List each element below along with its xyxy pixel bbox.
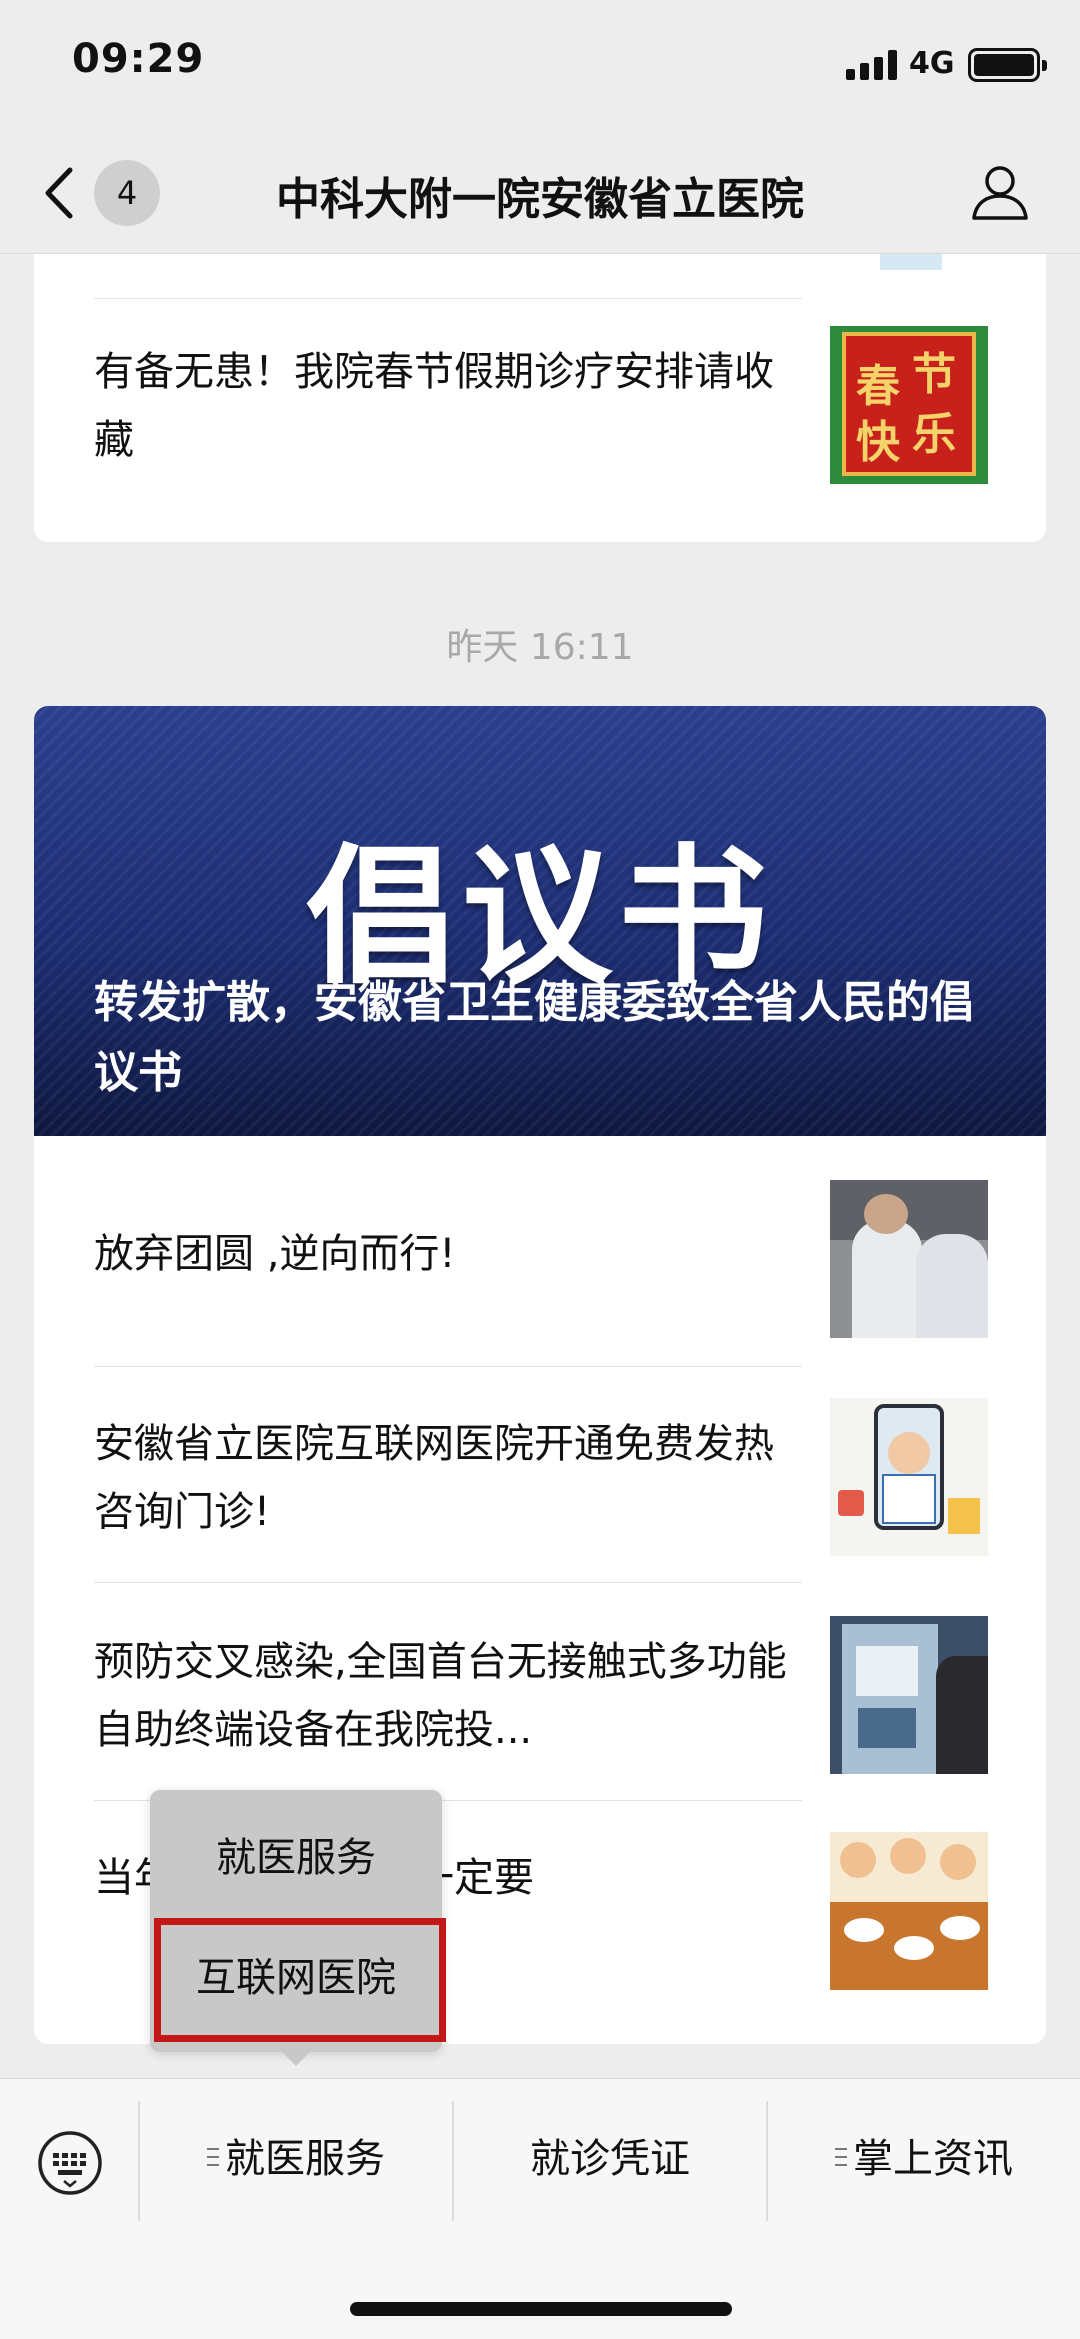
- highlight-box: [154, 1918, 446, 2042]
- article-title[interactable]: 安徽省立医院互联网医院开通免费发热咨询门诊!: [94, 1410, 794, 1546]
- article-card: 有备无患！我院春节假期诊疗安排请收藏 春 节 快 乐: [34, 254, 1046, 542]
- thumb-char-4: 乐: [912, 409, 956, 460]
- menu-item-label: 就医服务: [225, 2136, 385, 2182]
- self-service-terminal-thumbnail[interactable]: [830, 1616, 988, 1774]
- article-title[interactable]: 预防交叉感染,全国首台无接触式多功能自助终端设备在我院投...: [94, 1628, 794, 1764]
- thumb-char-1: 春: [856, 361, 900, 412]
- battery-icon: [968, 48, 1047, 82]
- bottom-menu-bar: 就医服务 就诊凭证 掌上资讯: [0, 2078, 1080, 2339]
- thumb-char-2: 节: [912, 349, 956, 400]
- banner-caption: 转发扩散，安徽省卫生健康委致全省人民的倡议书: [94, 977, 974, 1098]
- medical-staff-thumbnail[interactable]: [830, 1180, 988, 1338]
- divider: [94, 1582, 802, 1583]
- menu-lines-icon: [835, 2148, 847, 2166]
- unread-count-badge[interactable]: 4: [94, 160, 160, 226]
- article-title[interactable]: 有备无患！我院春节假期诊疗安排请收藏: [94, 338, 794, 474]
- doctor-phone-thumbnail[interactable]: [830, 1398, 988, 1556]
- banner-article[interactable]: 倡议书 转发扩散，安徽省卫生健康委致全省人民的倡议书: [34, 706, 1046, 1136]
- divider: [94, 298, 802, 299]
- thumb-char-3: 快: [856, 417, 900, 468]
- back-button[interactable]: [36, 158, 86, 228]
- spring-festival-thumbnail[interactable]: 春 节 快 乐: [830, 326, 988, 484]
- divider: [94, 1366, 802, 1367]
- menu-item-visit-voucher[interactable]: 就诊凭证: [454, 2119, 766, 2199]
- menu-item-label: 掌上资讯: [853, 2136, 1013, 2182]
- person-icon: [972, 166, 1028, 220]
- nav-bar: 4 中科大附一院安徽省立医院: [0, 130, 1080, 254]
- article-title[interactable]: 放弃团圆 ,逆向而行!: [94, 1220, 794, 1288]
- network-type: 4G: [909, 46, 955, 81]
- cellular-signal-icon: [846, 50, 898, 80]
- status-bar: 09:29 4G: [0, 0, 1080, 130]
- keyboard-icon: [38, 2131, 102, 2195]
- menu-item-mobile-news[interactable]: 掌上资讯: [768, 2119, 1080, 2199]
- submenu-popup: 就医服务 互联网医院: [150, 1790, 446, 2052]
- page-title: 中科大附一院安徽省立医院: [276, 174, 804, 225]
- profile-button[interactable]: [968, 160, 1032, 224]
- menu-lines-icon: [207, 2148, 219, 2166]
- menu-item-medical-service[interactable]: 就医服务: [140, 2119, 452, 2199]
- keyboard-toggle-button[interactable]: [36, 2129, 104, 2197]
- status-time: 09:29: [72, 36, 205, 82]
- family-dinner-thumbnail[interactable]: [830, 1832, 988, 1990]
- message-timestamp: 昨天 16:11: [446, 627, 634, 668]
- submenu-item-medical-service[interactable]: 就医服务: [150, 1798, 442, 1918]
- popup-pointer: [282, 2052, 310, 2066]
- thumbnail-fragment: [880, 254, 942, 270]
- chevron-left-icon: [45, 167, 73, 219]
- home-indicator[interactable]: [350, 2302, 732, 2316]
- menu-item-label: 就诊凭证: [530, 2136, 690, 2182]
